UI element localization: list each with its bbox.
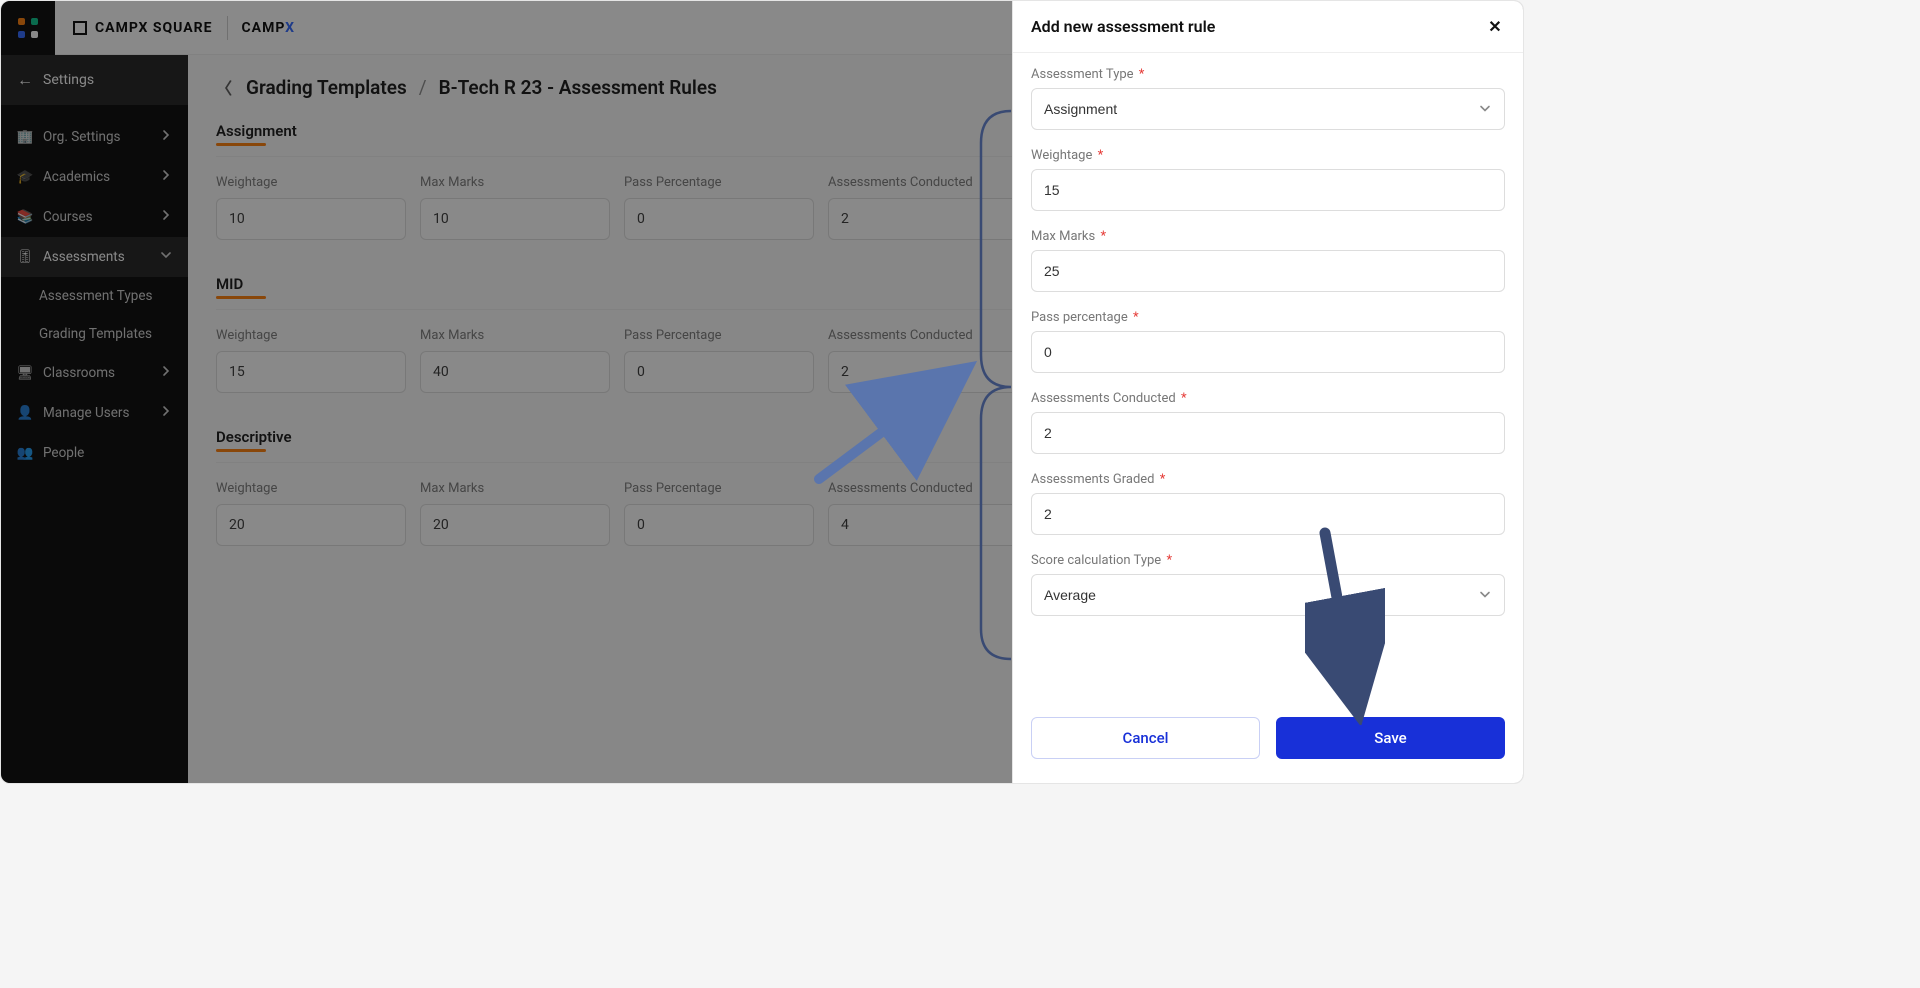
drawer-footer: Cancel Save (1013, 700, 1523, 783)
drawer-body: Assessment Type * Weightage * Max Marks *… (1013, 53, 1523, 700)
app-window: CAMPX SQUARE CAMPX ← Settings 🏢Org. Sett… (0, 0, 1524, 784)
drawer-header: Add new assessment rule ✕ (1013, 1, 1523, 53)
form-group-max-marks: Max Marks * (1031, 229, 1505, 292)
score-calculation-type-select[interactable] (1031, 574, 1505, 616)
weightage-input[interactable] (1031, 169, 1505, 211)
form-group-weightage: Weightage * (1031, 148, 1505, 211)
save-button[interactable]: Save (1276, 717, 1505, 759)
pass-percentage-input[interactable] (1031, 331, 1505, 373)
assessments-conducted-input[interactable] (1031, 412, 1505, 454)
form-label: Max Marks * (1031, 229, 1505, 244)
form-group-pass-percentage: Pass percentage * (1031, 310, 1505, 373)
form-group-assessment-type: Assessment Type * (1031, 67, 1505, 130)
cancel-button[interactable]: Cancel (1031, 717, 1260, 759)
max-marks-input[interactable] (1031, 250, 1505, 292)
form-label: Assessments Conducted * (1031, 391, 1505, 406)
drawer-title: Add new assessment rule (1031, 17, 1215, 36)
drawer-add-rule: Add new assessment rule ✕ Assessment Typ… (1012, 1, 1523, 783)
form-label: Pass percentage * (1031, 310, 1505, 325)
form-group-assessments-graded: Assessments Graded * (1031, 472, 1505, 535)
form-label: Assessments Graded * (1031, 472, 1505, 487)
form-label: Weightage * (1031, 148, 1505, 163)
form-label: Assessment Type * (1031, 67, 1505, 82)
form-group-score-calculation-type: Score calculation Type * (1031, 553, 1505, 616)
form-group-assessments-conducted: Assessments Conducted * (1031, 391, 1505, 454)
form-label: Score calculation Type * (1031, 553, 1505, 568)
assessments-graded-input[interactable] (1031, 493, 1505, 535)
close-icon[interactable]: ✕ (1485, 17, 1505, 37)
assessment-type-select[interactable] (1031, 88, 1505, 130)
